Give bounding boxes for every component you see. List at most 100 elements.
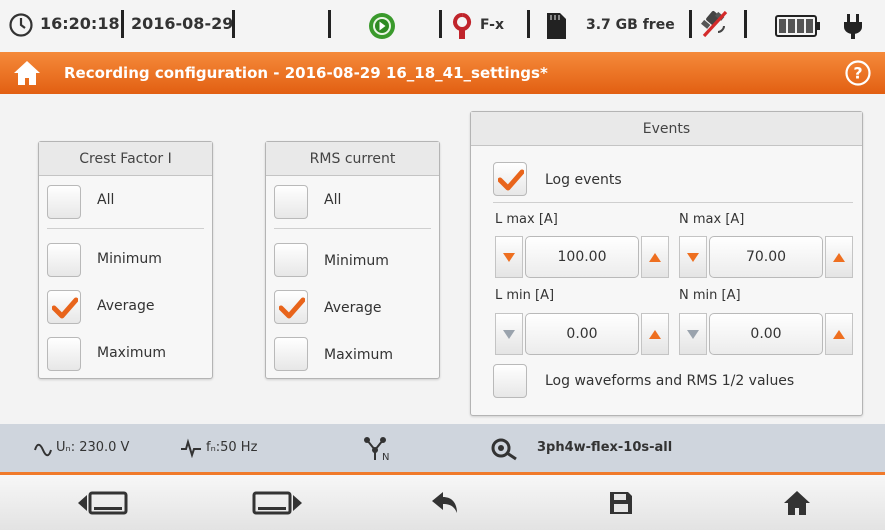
clamp-type-label: F-x (480, 17, 504, 33)
status-divider (439, 10, 442, 38)
events-title: Events (471, 112, 862, 146)
plug-icon (841, 12, 865, 44)
rms-maximum-checkbox[interactable] (274, 337, 308, 371)
status-divider (527, 10, 530, 38)
log-waveforms-checkbox[interactable] (493, 364, 527, 398)
n-max-input[interactable]: 70.00 (709, 236, 823, 278)
gps-off-icon (698, 8, 732, 46)
status-divider (689, 10, 692, 38)
next-screen-button[interactable] (188, 475, 365, 530)
divider (274, 228, 431, 229)
title-bar: Recording configuration - 2016-08-29 16_… (0, 52, 885, 94)
sd-card-icon (545, 12, 567, 44)
sine-icon (34, 440, 52, 462)
l-max-decrement-button[interactable] (495, 236, 523, 278)
crest-minimum-checkbox[interactable] (47, 243, 81, 277)
record-play-icon[interactable] (368, 12, 396, 44)
back-icon (431, 491, 457, 513)
next-screen-icon (252, 491, 302, 514)
arrow-up-icon (649, 330, 661, 339)
rms-maximum-label: Maximum (324, 347, 393, 363)
crest-all-label: All (97, 192, 115, 208)
crest-average-label: Average (97, 298, 155, 314)
status-date: 2016-08-29 (131, 14, 234, 33)
crest-maximum-label: Maximum (97, 345, 166, 361)
clamp-icon (452, 12, 472, 44)
events-panel: Events Log events L max [A] 100.00 N max… (470, 111, 863, 416)
crest-factor-panel: Crest Factor I All Minimum Average Maxim… (38, 141, 213, 379)
n-min-increment-button[interactable] (825, 313, 853, 355)
bottom-nav (0, 475, 885, 530)
n-min-input[interactable]: 0.00 (709, 313, 823, 355)
log-waveforms-label: Log waveforms and RMS 1/2 values (545, 373, 795, 389)
l-max-increment-button[interactable] (641, 236, 669, 278)
battery-icon (775, 15, 821, 41)
svg-text:?: ? (853, 64, 862, 83)
save-icon (609, 491, 632, 514)
l-min-label: L min [A] (495, 288, 555, 303)
svg-text:N: N (382, 452, 389, 462)
rms-average-label: Average (324, 300, 382, 316)
divider (493, 202, 853, 203)
l-max-input[interactable]: 100.00 (525, 236, 639, 278)
help-icon[interactable]: ? (845, 60, 871, 90)
crest-all-checkbox[interactable] (47, 185, 81, 219)
n-max-label: N max [A] (679, 212, 745, 227)
arrow-down-icon (687, 330, 699, 339)
wye-network-icon: N (363, 436, 393, 466)
storage-free-label: 3.7 GB free (586, 17, 675, 33)
divider (47, 228, 204, 229)
log-events-checkbox[interactable] (493, 162, 527, 196)
rms-minimum-label: Minimum (324, 253, 389, 269)
rms-all-checkbox[interactable] (274, 185, 308, 219)
arrow-down-icon (687, 253, 699, 262)
info-bar: Uₙ: 230.0 V fₙ:50 Hz N 3ph4w-flex-10s-al… (0, 424, 885, 474)
home-button[interactable] (708, 475, 885, 530)
arrow-down-icon (503, 253, 515, 262)
page-title: Recording configuration - 2016-08-29 16_… (64, 64, 548, 82)
prev-screen-button[interactable] (14, 475, 191, 530)
rms-all-label: All (324, 192, 342, 208)
arrow-up-icon (833, 330, 845, 339)
l-min-input[interactable]: 0.00 (525, 313, 639, 355)
status-divider (121, 10, 124, 38)
prev-screen-icon (77, 491, 127, 514)
status-time: 16:20:18 (40, 14, 120, 33)
status-divider (328, 10, 331, 38)
back-button[interactable] (356, 475, 533, 530)
config-name: 3ph4w-flex-10s-all (537, 440, 673, 455)
l-max-label: L max [A] (495, 212, 558, 227)
crest-factor-title: Crest Factor I (39, 142, 212, 176)
checkmark-icon (52, 297, 78, 319)
l-min-increment-button[interactable] (641, 313, 669, 355)
crest-average-checkbox[interactable] (47, 290, 81, 324)
save-button[interactable] (532, 475, 709, 530)
n-max-decrement-button[interactable] (679, 236, 707, 278)
rms-current-title: RMS current (266, 142, 439, 176)
nominal-voltage: Uₙ: 230.0 V (56, 440, 130, 455)
l-min-decrement-button (495, 313, 523, 355)
checkmark-icon (279, 297, 305, 319)
rms-average-checkbox[interactable] (274, 290, 308, 324)
status-bar: 16:20:18 2016-08-29 F-x 3.7 GB free (0, 0, 885, 52)
arrow-down-icon (503, 330, 515, 339)
arrow-up-icon (833, 253, 845, 262)
frequency-icon (180, 438, 202, 462)
clamp-config-icon (490, 436, 520, 466)
home-icon[interactable] (12, 59, 42, 91)
rms-current-panel: RMS current All Minimum Average Maximum (265, 141, 440, 379)
crest-minimum-label: Minimum (97, 251, 162, 267)
home-icon (783, 490, 810, 515)
rms-minimum-checkbox[interactable] (274, 243, 308, 277)
log-events-label: Log events (545, 172, 622, 188)
status-divider (744, 10, 747, 38)
arrow-up-icon (649, 253, 661, 262)
checkmark-icon (498, 169, 524, 191)
clock-icon (8, 12, 34, 42)
n-max-increment-button[interactable] (825, 236, 853, 278)
nominal-frequency: fₙ:50 Hz (206, 440, 258, 455)
n-min-label: N min [A] (679, 288, 741, 303)
status-divider (232, 10, 235, 38)
n-min-decrement-button (679, 313, 707, 355)
crest-maximum-checkbox[interactable] (47, 337, 81, 371)
